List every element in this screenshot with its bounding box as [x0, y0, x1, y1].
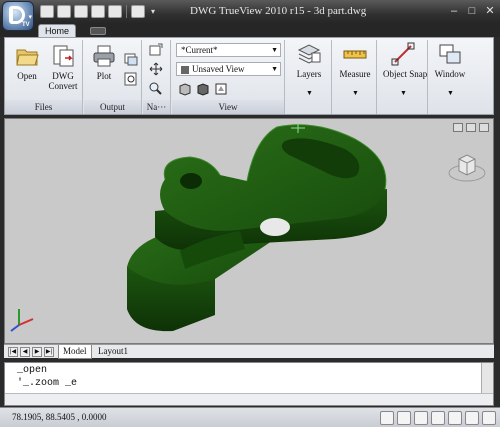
window-button[interactable]: Window	[430, 42, 470, 79]
object-snap-icon	[391, 42, 415, 66]
application-menu-button[interactable]: TV ▾	[2, 1, 34, 31]
ucs-icon	[10, 309, 34, 332]
window-title: DWG TrueView 2010 r15 - 3d part.dwg	[190, 5, 367, 17]
panel-label-output: Output	[84, 100, 141, 114]
ruler-icon	[343, 42, 367, 66]
layers-label: Layers	[296, 69, 322, 79]
chevron-down-icon[interactable]: ▼	[306, 90, 313, 97]
coordinate-readout: 78.1905, 88.5405 , 0.0000	[12, 412, 107, 422]
panel-measure: Measure ▼	[333, 40, 377, 114]
plot-preview-icon[interactable]	[124, 72, 140, 86]
chevron-down-icon[interactable]: ▼	[352, 90, 359, 97]
close-icon[interactable]: ✕	[484, 4, 496, 18]
panel-view: *Current* ▼ Unsaved View ▼ View	[172, 40, 285, 114]
named-view-select[interactable]: *Current* ▼	[176, 43, 281, 57]
ribbon: Open DWG Convert Files Plot Output Na···…	[4, 37, 494, 115]
zoom-status-icon[interactable]	[397, 411, 411, 425]
shaded-icon[interactable]	[196, 82, 212, 96]
steering-wheel-icon[interactable]	[431, 411, 445, 425]
command-input-line[interactable]	[5, 393, 493, 405]
window-label: Window	[434, 69, 466, 79]
panel-layers: Layers ▼	[286, 40, 332, 114]
drawing-viewport[interactable]	[4, 118, 494, 344]
orbit-icon[interactable]	[148, 43, 164, 57]
pan-status-icon[interactable]	[380, 411, 394, 425]
object-snap-label: Object Snap	[383, 69, 428, 79]
new-icon[interactable]	[40, 5, 54, 18]
view-cube-icon[interactable]	[178, 82, 194, 96]
3d-part-model[interactable]	[5, 119, 494, 344]
plot-preview-icon[interactable]	[108, 5, 122, 18]
panel-window: Window ▼	[429, 40, 471, 114]
showmotion-icon[interactable]	[448, 411, 462, 425]
status-bar: 78.1905, 88.5405 , 0.0000	[0, 407, 500, 427]
last-tab-icon[interactable]: ▶|	[44, 347, 54, 357]
qat-dropdown-icon[interactable]: ▾	[148, 5, 158, 18]
plot-button[interactable]: Plot	[84, 44, 124, 81]
viewport-restore-icon[interactable]	[466, 123, 476, 132]
layout-tabs-bar: |◀ ◀ ▶ ▶| Model Layout1	[4, 344, 494, 359]
object-snap-button[interactable]: Object Snap	[383, 42, 427, 79]
toolbar-lock-icon[interactable]	[465, 411, 479, 425]
qat-separator	[126, 5, 127, 18]
title-bar: ▾ DWG TrueView 2010 r15 - 3d part.dwg – …	[0, 0, 500, 24]
chevron-down-icon: ▾	[28, 14, 32, 21]
ribbon-minimize-icon[interactable]	[90, 27, 106, 35]
panel-output: Plot Output	[84, 40, 142, 114]
plot-label: Plot	[96, 71, 112, 81]
save-icon[interactable]	[74, 5, 88, 18]
orbit-status-icon[interactable]	[414, 411, 428, 425]
first-tab-icon[interactable]: |◀	[8, 347, 18, 357]
tab-home[interactable]: Home	[38, 24, 76, 38]
minimize-icon[interactable]: –	[448, 4, 460, 18]
open-label: Open	[17, 71, 37, 81]
next-tab-icon[interactable]: ▶	[32, 347, 42, 357]
maximize-icon[interactable]: □	[466, 4, 478, 18]
layers-icon	[297, 42, 321, 66]
dwg-convert-label: DWG Convert	[48, 71, 78, 91]
view-preset-icon	[181, 65, 189, 74]
chevron-down-icon: ▼	[271, 46, 278, 54]
folder-open-icon	[15, 44, 39, 68]
batch-plot-icon[interactable]	[124, 52, 140, 66]
command-history-line: '_.zoom _e	[17, 378, 78, 389]
dwg-convert-button[interactable]: DWG Convert	[43, 44, 83, 91]
view-preset-select[interactable]: Unsaved View ▼	[176, 62, 281, 76]
tab-layout1[interactable]: Layout1	[94, 345, 132, 359]
panel-label-view: View	[172, 100, 284, 114]
zoom-icon[interactable]	[148, 81, 164, 95]
panel-object-snap: Object Snap ▼	[378, 40, 428, 114]
pan-icon[interactable]	[148, 62, 164, 76]
panel-label-navigate: Na···	[143, 100, 170, 114]
app-badge: TV	[22, 22, 30, 28]
prev-tab-icon[interactable]: ◀	[20, 347, 30, 357]
chevron-down-icon[interactable]: ▼	[447, 90, 454, 97]
printer-icon	[92, 44, 116, 68]
open-icon[interactable]	[57, 5, 71, 18]
viewcube-icon	[448, 154, 486, 182]
measure-button[interactable]: Measure	[335, 42, 375, 79]
viewport-minimize-icon[interactable]	[453, 123, 463, 132]
print-icon[interactable]	[91, 5, 105, 18]
dwg-convert-icon	[51, 44, 75, 68]
panel-navigate: Na···	[143, 40, 171, 114]
chevron-down-icon: ▼	[271, 65, 278, 73]
window-switch-icon	[438, 42, 462, 66]
command-window[interactable]: _open '_.zoom _e	[4, 362, 494, 406]
tab-model[interactable]: Model	[58, 345, 92, 359]
panel-files: Open DWG Convert Files	[5, 40, 83, 114]
viewport-close-icon[interactable]	[479, 123, 489, 132]
realistic-icon[interactable]	[214, 82, 230, 96]
panel-label-files: Files	[5, 100, 82, 114]
chevron-down-icon[interactable]: ▼	[400, 90, 407, 97]
command-history-line: _open	[17, 365, 48, 376]
clean-screen-icon[interactable]	[482, 411, 496, 425]
measure-label: Measure	[339, 69, 371, 79]
open-button[interactable]: Open	[7, 44, 47, 81]
layers-button[interactable]: Layers	[289, 42, 329, 79]
export-icon[interactable]	[131, 5, 145, 18]
